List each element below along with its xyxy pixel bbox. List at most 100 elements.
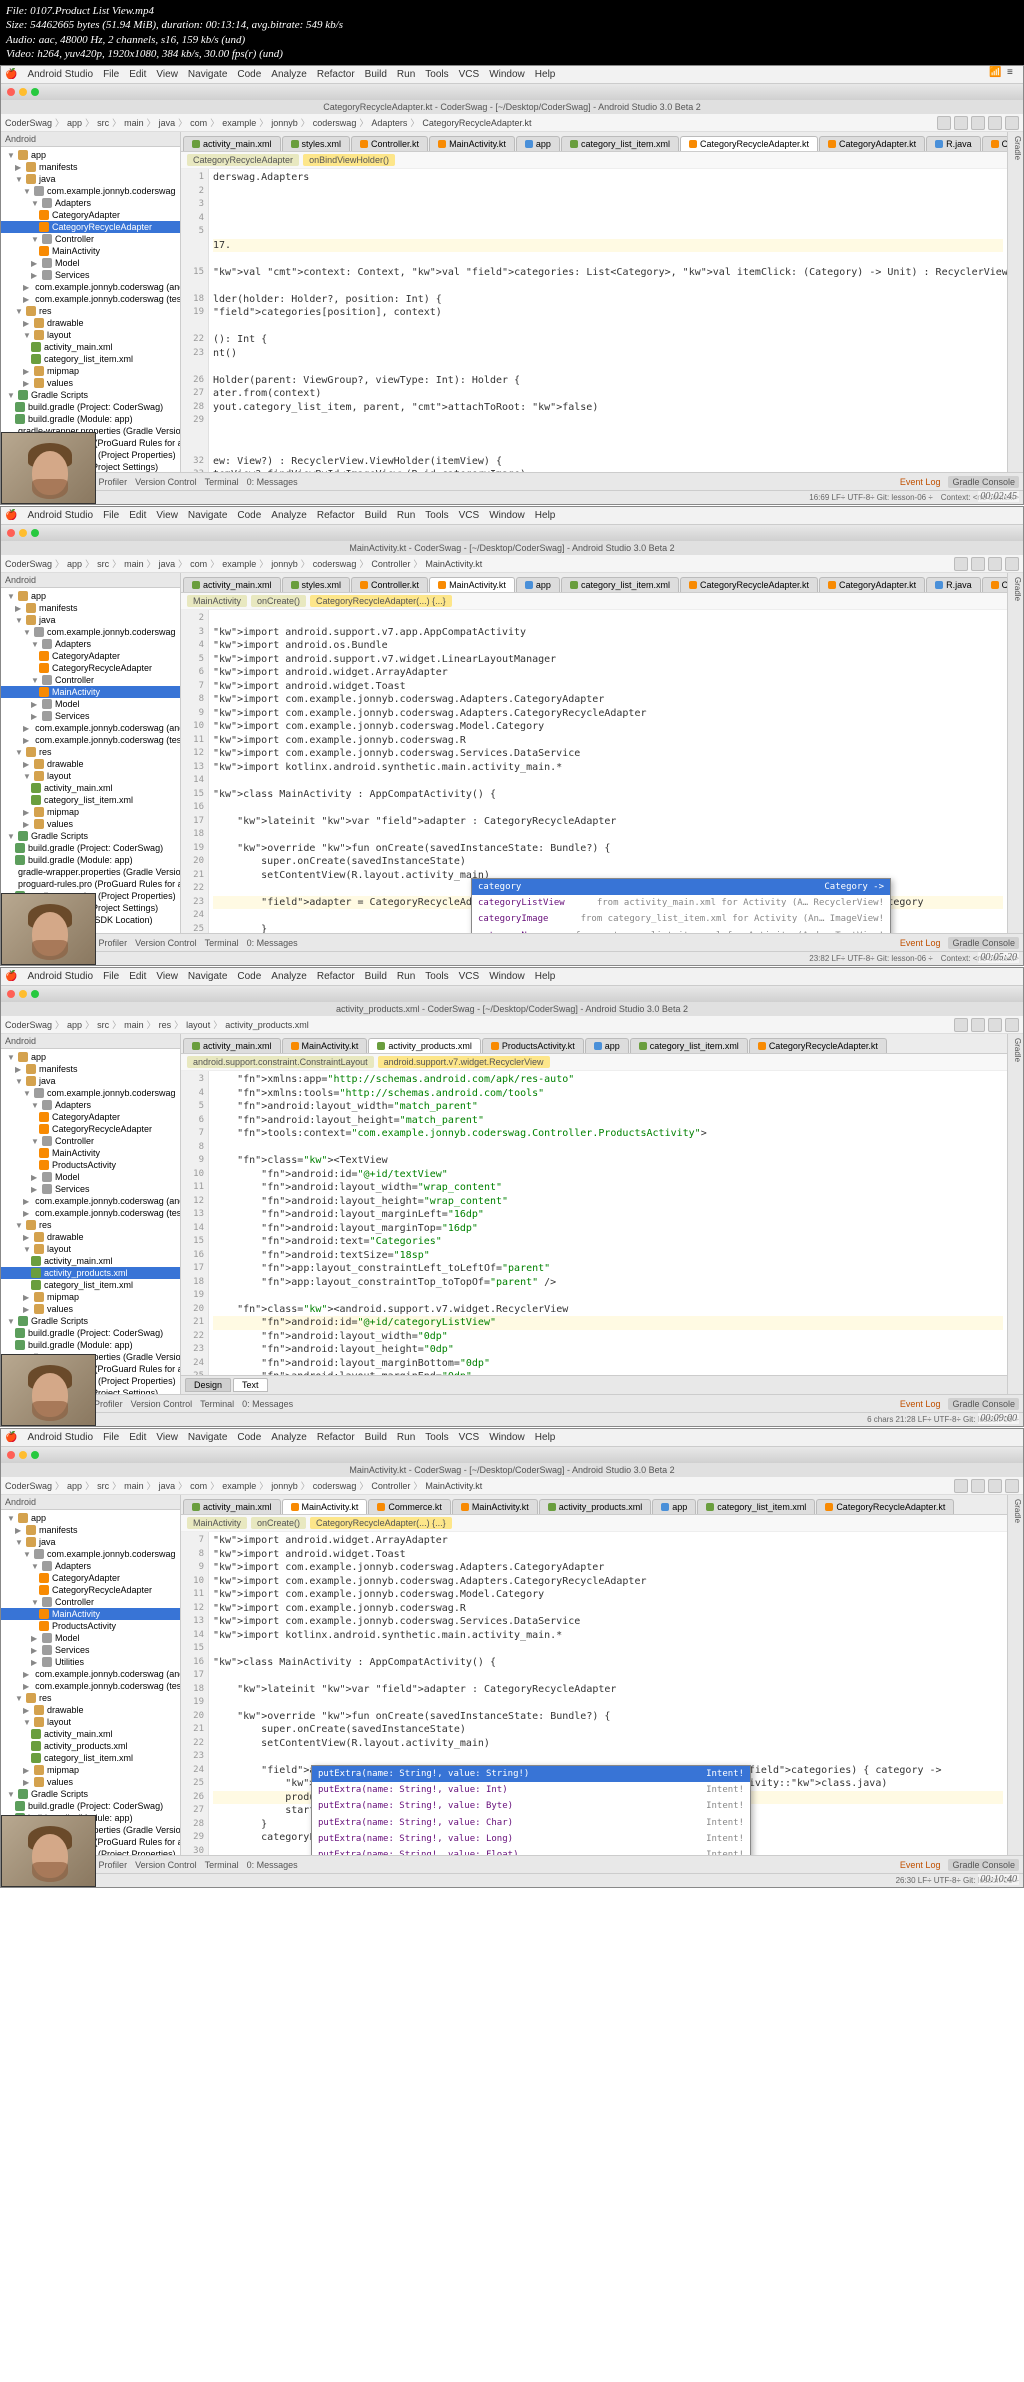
editor-1: activity_main.xml styles.xml Controller.… — [181, 132, 1007, 472]
tab-5[interactable]: category_list_item.xml — [561, 136, 679, 151]
gradle-console-tab[interactable]: Gradle Console — [948, 476, 1019, 488]
wifi-icon: 📶 — [989, 67, 999, 77]
code-area-2[interactable]: 2345678910111213141516171819202122232425… — [181, 610, 1007, 933]
gutter: 1234515181922232627282932333435363738394… — [181, 169, 209, 472]
menu-window[interactable]: Window — [489, 69, 525, 80]
avd-icon[interactable] — [971, 116, 985, 130]
menu-vcs[interactable]: VCS — [459, 69, 480, 80]
minimize-icon[interactable] — [19, 88, 27, 96]
ac-item-2[interactable]: putExtra(name: String!, value: Byte)Inte… — [312, 1798, 750, 1814]
tree-pkg[interactable]: ▼com.example.jonnyb.coderswag — [1, 185, 180, 197]
tree-adapters[interactable]: ▼Adapters — [1, 197, 180, 209]
text-tab[interactable]: Text — [233, 1378, 268, 1392]
tree-build-gradle-project[interactable]: build.gradle (Project: CoderSwag) — [1, 401, 180, 413]
tab-8[interactable]: R.java — [926, 136, 981, 151]
maximize-icon[interactable] — [31, 88, 39, 96]
tree-drawable[interactable]: ▶drawable — [1, 317, 180, 329]
code-area-4[interactable]: 7891011121314151617181920212223242526272… — [181, 1532, 1007, 1855]
tab-3[interactable]: MainActivity.kt — [429, 136, 515, 151]
sync-icon[interactable] — [1005, 116, 1019, 130]
menu-run[interactable]: Run — [397, 69, 415, 80]
tab-6[interactable]: CategoryRecycleAdapter.kt — [680, 136, 818, 151]
ac-item-3[interactable]: putExtra(name: String!, value: Char)Inte… — [312, 1815, 750, 1831]
menu-help[interactable]: Help — [535, 69, 556, 80]
tree-category-adapter[interactable]: CategoryAdapter — [1, 209, 180, 221]
code-area-1[interactable]: 1234515181922232627282932333435363738394… — [181, 169, 1007, 472]
tree-manifests[interactable]: ▶manifests — [1, 161, 180, 173]
video-timestamp-1: 00:02:45 — [978, 491, 1019, 502]
tree-java[interactable]: ▼java — [1, 173, 180, 185]
version-control-tab[interactable]: Version Control — [135, 477, 197, 487]
video-timestamp-4: 00:10:40 — [978, 1874, 1019, 1885]
tab-0[interactable]: activity_main.xml — [183, 136, 281, 151]
video-timestamp-2: 00:05:20 — [978, 952, 1019, 963]
terminal-tab[interactable]: Terminal — [205, 477, 239, 487]
menu-edit[interactable]: Edit — [129, 69, 146, 80]
run-icon[interactable] — [937, 116, 951, 130]
bc-root[interactable]: CoderSwag — [5, 118, 52, 128]
autocomplete-popup-4[interactable]: putExtra(name: String!, value: String!)I… — [311, 1765, 751, 1855]
right-side-tabs[interactable]: Gradle — [1007, 132, 1023, 472]
tree-category-list-item-xml[interactable]: category_list_item.xml — [1, 353, 180, 365]
debug-icon[interactable] — [954, 116, 968, 130]
tree-main-activity[interactable]: MainActivity — [1, 245, 180, 257]
menu-analyze[interactable]: Analyze — [271, 69, 307, 80]
tree-mipmap[interactable]: ▶mipmap — [1, 365, 180, 377]
menu-file[interactable]: File — [103, 69, 119, 80]
tree-app[interactable]: ▼app — [1, 149, 180, 161]
traffic-lights[interactable] — [7, 88, 39, 96]
close-icon[interactable] — [7, 88, 15, 96]
tree-pkg-androidtest[interactable]: ▶com.example.jonnyb.coderswag (androidTe… — [1, 281, 180, 293]
tree-services[interactable]: ▶Services — [1, 269, 180, 281]
tree-gradle-scripts[interactable]: ▼Gradle Scripts — [1, 389, 180, 401]
tab-4[interactable]: app — [516, 136, 560, 151]
code-area-3[interactable]: 3456789101112131415161718192021222324252… — [181, 1071, 1007, 1375]
ac-item-1[interactable]: categoryListViewfrom activity_main.xml f… — [472, 895, 890, 911]
project-sidebar-2: Android ▼app ▶manifests ▼java ▼com.examp… — [1, 573, 181, 933]
design-tab[interactable]: Design — [185, 1378, 231, 1392]
code-1[interactable]: derswag.Adapters17."kw">val "cmt">contex… — [209, 169, 1007, 472]
tree-activity-main-xml[interactable]: activity_main.xml — [1, 341, 180, 353]
ac-item-2[interactable]: categoryImagefrom category_list_item.xml… — [472, 911, 890, 927]
window-titlebar — [1, 84, 1023, 100]
tree-category-recycle-adapter[interactable]: CategoryRecycleAdapter — [1, 221, 180, 233]
ide-frame-3: 🍎Android Studio FileEditViewNavigateCode… — [0, 967, 1024, 1427]
ac-item-1[interactable]: putExtra(name: String!, value: Int)Inten… — [312, 1782, 750, 1798]
project-tree[interactable]: ▼app ▶manifests ▼java ▼com.example.jonny… — [1, 147, 180, 472]
tab-9[interactable]: Category.kt — [982, 136, 1007, 151]
menu-view[interactable]: View — [156, 69, 178, 80]
eb-method[interactable]: onBindViewHolder() — [303, 154, 395, 166]
menu-build[interactable]: Build — [365, 69, 387, 80]
tree-controller[interactable]: ▼Controller — [1, 233, 180, 245]
menubar: 🍎 Android Studio File Edit View Navigate… — [1, 66, 1023, 84]
autocomplete-popup-2[interactable]: categoryCategory -> categoryListViewfrom… — [471, 878, 891, 933]
ac-item-0[interactable]: categoryCategory -> — [472, 879, 890, 895]
tree-pkg-test[interactable]: ▶com.example.jonnyb.coderswag (test) — [1, 293, 180, 305]
menu-refactor[interactable]: Refactor — [317, 69, 355, 80]
event-log-tab[interactable]: Event Log — [900, 477, 941, 487]
tab-2[interactable]: Controller.kt — [351, 136, 428, 151]
menu-code[interactable]: Code — [237, 69, 261, 80]
menu-navigate[interactable]: Navigate — [188, 69, 227, 80]
sidebar-header[interactable]: Android — [1, 132, 180, 147]
eb-class[interactable]: CategoryRecycleAdapter — [187, 154, 299, 166]
tree-res[interactable]: ▼res — [1, 305, 180, 317]
sdk-icon[interactable] — [988, 116, 1002, 130]
tree-build-gradle-module[interactable]: build.gradle (Module: app) — [1, 413, 180, 425]
ac-item-3[interactable]: categoryNamefrom category_list_item.xml … — [472, 928, 890, 934]
tree-values[interactable]: ▶values — [1, 377, 180, 389]
ac-item-5[interactable]: putExtra(name: String!, value: Float)Int… — [312, 1847, 750, 1855]
tab-1[interactable]: styles.xml — [282, 136, 351, 151]
tree-layout[interactable]: ▼layout — [1, 329, 180, 341]
menu-tools[interactable]: Tools — [425, 69, 448, 80]
messages-tab[interactable]: 0: Messages — [247, 477, 298, 487]
ide-frame-4: 🍎Android Studio FileEditViewNavigateCode… — [0, 1428, 1024, 1888]
ac-item-4[interactable]: putExtra(name: String!, value: Long)Inte… — [312, 1831, 750, 1847]
tree-model[interactable]: ▶Model — [1, 257, 180, 269]
apple-icon: 🍎 — [5, 69, 17, 80]
menu-extra-icon: ≡ — [1007, 67, 1017, 77]
editor-breadcrumb: CategoryRecycleAdapter onBindViewHolder(… — [181, 152, 1007, 169]
editor-tabs: activity_main.xml styles.xml Controller.… — [181, 132, 1007, 152]
ac-item-0[interactable]: putExtra(name: String!, value: String!)I… — [312, 1766, 750, 1782]
tab-7[interactable]: CategoryAdapter.kt — [819, 136, 925, 151]
